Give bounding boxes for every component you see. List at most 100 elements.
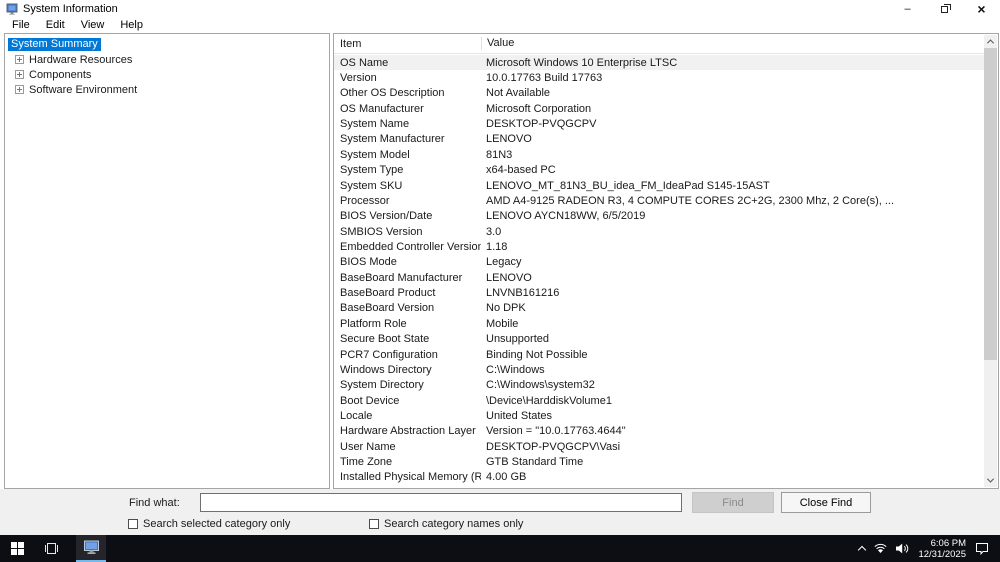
clock-time: 6:06 PM <box>930 537 966 549</box>
item-cell: Windows Directory <box>340 363 432 376</box>
item-cell: BaseBoard Manufacturer <box>340 271 463 284</box>
expand-icon[interactable] <box>15 70 24 79</box>
item-cell: SMBIOS Version <box>340 225 423 238</box>
value-cell: 10.0.17763 Build 17763 <box>486 72 603 85</box>
search-category-names-option[interactable]: Search category names only <box>369 518 523 530</box>
menu-help[interactable]: Help <box>112 19 151 31</box>
value-cell: DESKTOP-PVQGCPV\Vasi <box>486 440 621 453</box>
checkbox-label: Search selected category only <box>143 518 291 530</box>
table-row[interactable]: System Type x64-based PC <box>334 163 984 178</box>
table-row[interactable]: Embedded Controller Version 1.18 <box>334 239 984 254</box>
tray-overflow-chevron-icon[interactable] <box>858 545 867 555</box>
table-row[interactable]: Hardware Abstraction Layer Version = "10.… <box>334 424 984 439</box>
close-find-button[interactable]: Close Find <box>781 492 871 513</box>
value-cell: DESKTOP-PVQGCPV <box>486 118 597 131</box>
value-cell: Mobile <box>486 317 519 330</box>
item-cell: System Model <box>340 148 410 161</box>
scroll-up-icon[interactable] <box>984 35 997 48</box>
table-header: Item Value <box>334 34 984 54</box>
find-input[interactable] <box>200 493 682 512</box>
table-row[interactable]: Time Zone GTB Standard Time <box>334 454 984 469</box>
table-row[interactable]: System Model 81N3 <box>334 147 984 162</box>
value-cell: LENOVO <box>486 271 532 284</box>
checkbox-icon[interactable] <box>128 519 138 529</box>
table-rows: OS Name Microsoft Windows 10 Enterprise L… <box>334 55 984 487</box>
table-row[interactable]: Installed Physical Memory (RAM) 4.00 GB <box>334 470 984 485</box>
search-selected-category-option[interactable]: Search selected category only <box>128 518 290 530</box>
item-cell: Locale <box>340 409 373 422</box>
value-cell: x64-based PC <box>486 164 556 177</box>
taskbar-clock[interactable]: 6:06 PM 12/31/2025 <box>918 538 966 560</box>
table-row[interactable]: BaseBoard Version No DPK <box>334 301 984 316</box>
expand-icon[interactable] <box>15 55 24 64</box>
find-options-row: Search selected category only Search cat… <box>0 518 1000 532</box>
table-row[interactable]: BaseBoard Product LNVNB161216 <box>334 285 984 300</box>
item-cell: System Manufacturer <box>340 133 445 146</box>
checkbox-icon[interactable] <box>369 519 379 529</box>
column-header-item[interactable]: Item <box>334 34 481 53</box>
table-row[interactable]: OS Name Microsoft Windows 10 Enterprise L… <box>334 55 984 71</box>
scroll-down-icon[interactable] <box>984 474 997 487</box>
sidebar-item-components[interactable]: Components <box>5 67 329 82</box>
table-row[interactable]: Boot Device \Device\HarddiskVolume1 <box>334 393 984 408</box>
chevron-up-icon <box>986 39 995 47</box>
value-cell: Microsoft Corporation <box>486 102 592 115</box>
menu-view[interactable]: View <box>73 19 113 31</box>
vertical-scrollbar[interactable] <box>984 35 997 487</box>
title-bar: System Information – × <box>0 0 1000 17</box>
find-button[interactable]: Find <box>692 492 774 513</box>
item-cell: Other OS Description <box>340 87 445 100</box>
action-center-icon[interactable] <box>975 542 989 555</box>
value-cell: 4.00 GB <box>486 471 527 484</box>
table-row[interactable]: Processor AMD A4-9125 RADEON R3, 4 COMPUT… <box>334 193 984 208</box>
sidebar-item-system-summary[interactable]: System Summary <box>5 37 329 52</box>
table-row[interactable]: BaseBoard Manufacturer LENOVO <box>334 270 984 285</box>
table-row[interactable]: System Directory C:\Windows\system32 <box>334 378 984 393</box>
table-row[interactable]: System Name DESKTOP-PVQGCPV <box>334 116 984 131</box>
value-cell: LENOVO AYCN18WW, 6/5/2019 <box>486 210 646 223</box>
value-cell: C:\Windows <box>486 363 545 376</box>
item-cell: Version <box>340 72 377 85</box>
table-row[interactable]: Version 10.0.17763 Build 17763 <box>334 70 984 85</box>
table-row[interactable]: System SKU LENOVO_MT_81N3_BU_idea_FM_Idea… <box>334 178 984 193</box>
value-cell: Microsoft Windows 10 Enterprise LTSC <box>486 56 678 69</box>
item-cell: Platform Role <box>340 317 407 330</box>
menu-edit[interactable]: Edit <box>38 19 73 31</box>
table-row[interactable]: Other OS Description Not Available <box>334 86 984 101</box>
menu-file[interactable]: File <box>4 19 38 31</box>
table-row[interactable]: Secure Boot State Unsupported <box>334 331 984 346</box>
table-row[interactable]: OS Manufacturer Microsoft Corporation <box>334 101 984 116</box>
item-cell: Boot Device <box>340 394 400 407</box>
table-row[interactable]: Windows Directory C:\Windows <box>334 362 984 377</box>
value-cell: 1.18 <box>486 240 508 253</box>
taskbar-app-system-information[interactable] <box>76 535 106 562</box>
close-button[interactable]: × <box>963 0 1000 17</box>
window-controls: – × <box>889 0 1000 17</box>
column-header-value[interactable]: Value <box>481 36 984 51</box>
table-row[interactable]: SMBIOS Version 3.0 <box>334 224 984 239</box>
scroll-thumb[interactable] <box>984 48 997 360</box>
value-cell: No DPK <box>486 302 526 315</box>
item-cell: System Type <box>340 164 404 177</box>
tree-item-label: Components <box>29 68 92 81</box>
table-row[interactable]: BIOS Version/Date LENOVO AYCN18WW, 6/5/20… <box>334 209 984 224</box>
restore-button[interactable] <box>926 0 963 17</box>
expand-icon[interactable] <box>15 85 24 94</box>
value-cell: Not Available <box>486 87 551 100</box>
wifi-icon[interactable] <box>874 543 888 554</box>
table-row[interactable]: System Manufacturer LENOVO <box>334 132 984 147</box>
sidebar-item-software-environment[interactable]: Software Environment <box>5 82 329 97</box>
table-row[interactable]: BIOS Mode Legacy <box>334 255 984 270</box>
table-row[interactable]: User Name DESKTOP-PVQGCPV\Vasi <box>334 439 984 454</box>
sidebar-item-hardware-resources[interactable]: Hardware Resources <box>5 52 329 67</box>
start-button[interactable] <box>0 535 34 562</box>
table-row[interactable]: Platform Role Mobile <box>334 316 984 331</box>
table-row[interactable]: Locale United States <box>334 408 984 423</box>
taskbar: 6:06 PM 12/31/2025 <box>0 535 1000 562</box>
value-cell: 3.0 <box>486 225 502 238</box>
app-icon <box>6 3 18 15</box>
minimize-button[interactable]: – <box>889 0 926 17</box>
task-view-button[interactable] <box>34 535 68 562</box>
table-row[interactable]: PCR7 Configuration Binding Not Possible <box>334 347 984 362</box>
volume-icon[interactable] <box>896 543 909 554</box>
